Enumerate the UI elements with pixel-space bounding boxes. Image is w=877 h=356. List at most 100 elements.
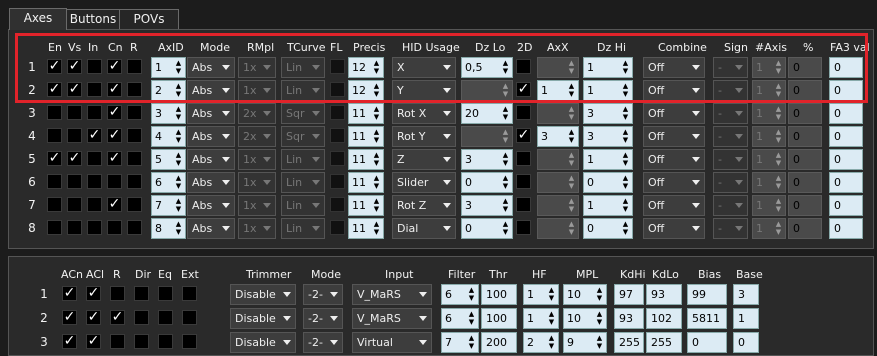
checkbox-cn[interactable]: ✓ — [107, 197, 122, 212]
checkbox-acn[interactable]: ✓ — [62, 334, 77, 349]
spin-arrows-icon[interactable]: ▲ ▼ — [372, 128, 381, 145]
dzhi-spinner[interactable]: 1 ▲ ▼ — [583, 57, 633, 78]
kdlo-field[interactable]: 255 — [646, 332, 682, 353]
axid-spinner[interactable]: 2 ▲ ▼ — [151, 80, 186, 101]
spin-arrows-icon[interactable]: ▲ ▼ — [174, 105, 183, 122]
hid-usage-dropdown[interactable]: Z — [392, 149, 456, 170]
checkbox-2d[interactable]: ✓ — [516, 128, 531, 143]
hf-spinner[interactable]: 2 ▲ ▼ — [523, 332, 559, 353]
precis-spinner[interactable]: 11 ▲ ▼ — [348, 103, 384, 124]
axid-spinner[interactable]: 1 ▲ ▼ — [151, 57, 186, 78]
mode-dropdown[interactable]: Abs — [187, 218, 235, 239]
spin-arrows-icon[interactable]: ▲ ▼ — [501, 197, 510, 214]
fa3-field[interactable]: 0 — [829, 195, 863, 216]
spin-arrows-icon[interactable]: ▲ ▼ — [567, 151, 576, 168]
spin-arrows-icon[interactable]: ▲ ▼ — [174, 174, 183, 191]
tab-axes[interactable]: Axes — [9, 8, 67, 30]
axid-spinner[interactable]: 3 ▲ ▼ — [151, 103, 186, 124]
checkbox-2d[interactable]: ✓ — [516, 82, 531, 97]
axid-spinner[interactable]: 8 ▲ ▼ — [151, 218, 186, 239]
spin-arrows-icon[interactable]: ▲ ▼ — [567, 220, 576, 237]
spin-arrows-icon[interactable]: ▲ ▼ — [621, 197, 630, 214]
checkbox-en[interactable] — [47, 105, 62, 120]
tab-buttons[interactable]: Buttons — [66, 9, 120, 29]
fa3-field[interactable]: 0 — [829, 103, 863, 124]
thr-field[interactable]: 100 — [481, 308, 517, 329]
checkbox-eq[interactable] — [158, 334, 173, 349]
checkbox-en[interactable] — [47, 220, 62, 235]
checkbox-r[interactable] — [127, 174, 142, 189]
dzlo-spinner[interactable]: 0 ▲ ▼ — [461, 172, 513, 193]
precis-spinner[interactable]: 11 ▲ ▼ — [348, 218, 384, 239]
base-field[interactable]: 3 — [733, 284, 759, 305]
checkbox-vs[interactable] — [67, 197, 82, 212]
checkbox-acn[interactable]: ✓ — [62, 310, 77, 325]
mode-dropdown[interactable]: Abs — [187, 195, 235, 216]
checkbox-vs[interactable] — [67, 128, 82, 143]
spin-arrows-icon[interactable]: ▲ ▼ — [501, 174, 510, 191]
spin-arrows-icon[interactable]: ▲ ▼ — [774, 174, 783, 191]
spin-arrows-icon[interactable]: ▲ ▼ — [567, 82, 576, 99]
hid-usage-dropdown[interactable]: Y — [392, 80, 456, 101]
checkbox-2d[interactable] — [516, 59, 531, 74]
kdhi-field[interactable]: 93 — [614, 308, 644, 329]
combine-dropdown[interactable]: Off — [643, 80, 705, 101]
spin-arrows-icon[interactable]: ▲ ▼ — [774, 105, 783, 122]
spin-arrows-icon[interactable]: ▲ ▼ — [621, 151, 630, 168]
precis-spinner[interactable]: 12 ▲ ▼ — [348, 80, 384, 101]
checkbox-in[interactable] — [87, 174, 102, 189]
mpl-spinner[interactable]: 10 ▲ ▼ — [563, 308, 607, 329]
checkbox-in[interactable]: ✓ — [87, 128, 102, 143]
fa3-field[interactable]: 0 — [829, 126, 863, 147]
mode-dropdown[interactable]: Abs — [187, 126, 235, 147]
spin-arrows-icon[interactable]: ▲ ▼ — [567, 105, 576, 122]
precis-spinner[interactable]: 11 ▲ ▼ — [348, 195, 384, 216]
dzhi-spinner[interactable]: 3 ▲ ▼ — [583, 126, 633, 147]
dzlo-spinner[interactable]: 0,5 ▲ ▼ — [461, 57, 513, 78]
checkbox-vs[interactable]: ✓ — [67, 59, 82, 74]
checkbox-en[interactable] — [47, 128, 62, 143]
checkbox-en[interactable] — [47, 197, 62, 212]
checkbox-2d[interactable] — [516, 151, 531, 166]
hid-usage-dropdown[interactable]: Rot Z — [392, 195, 456, 216]
mode-dropdown[interactable]: Abs — [187, 80, 235, 101]
checkbox-cn[interactable]: ✓ — [107, 82, 122, 97]
spin-arrows-icon[interactable]: ▲ ▼ — [372, 105, 381, 122]
checkbox-ext[interactable] — [182, 286, 197, 301]
spin-arrows-icon[interactable]: ▲ ▼ — [547, 286, 556, 303]
checkbox-r[interactable] — [110, 286, 125, 301]
checkbox-cn[interactable]: ✓ — [107, 59, 122, 74]
precis-spinner[interactable]: 12 ▲ ▼ — [348, 57, 384, 78]
spin-arrows-icon[interactable]: ▲ ▼ — [621, 174, 630, 191]
spin-arrows-icon[interactable]: ▲ ▼ — [595, 334, 604, 351]
spin-arrows-icon[interactable]: ▲ ▼ — [621, 220, 630, 237]
spin-arrows-icon[interactable]: ▲ ▼ — [567, 128, 576, 145]
checkbox-acl[interactable]: ✓ — [86, 310, 101, 325]
spin-arrows-icon[interactable]: ▲ ▼ — [774, 197, 783, 214]
mpl-spinner[interactable]: 9 ▲ ▼ — [563, 332, 607, 353]
precis-spinner[interactable]: 11 ▲ ▼ — [348, 126, 384, 147]
checkbox-en[interactable] — [47, 174, 62, 189]
kdlo-field[interactable]: 102 — [646, 308, 682, 329]
checkbox-dir[interactable] — [134, 334, 149, 349]
hid-usage-dropdown[interactable]: X — [392, 57, 456, 78]
checkbox-cn[interactable]: ✓ — [107, 151, 122, 166]
dzhi-spinner[interactable]: 1 ▲ ▼ — [583, 149, 633, 170]
hid-usage-dropdown[interactable]: Slider — [392, 172, 456, 193]
checkbox-in[interactable] — [87, 151, 102, 166]
checkbox-cn[interactable]: ✓ — [107, 128, 122, 143]
checkbox-dir[interactable] — [134, 310, 149, 325]
spin-arrows-icon[interactable]: ▲ ▼ — [174, 220, 183, 237]
checkbox-2d[interactable] — [516, 174, 531, 189]
checkbox-vs[interactable] — [67, 220, 82, 235]
combine-dropdown[interactable]: Off — [643, 126, 705, 147]
checkbox-r[interactable] — [127, 197, 142, 212]
checkbox-en[interactable]: ✓ — [47, 59, 62, 74]
mode-dropdown[interactable]: Abs — [187, 149, 235, 170]
fa3-field[interactable]: 0 — [829, 80, 863, 101]
combine-dropdown[interactable]: Off — [643, 103, 705, 124]
checkbox-en[interactable]: ✓ — [47, 151, 62, 166]
hf-spinner[interactable]: 1 ▲ ▼ — [523, 308, 559, 329]
combine-dropdown[interactable]: Off — [643, 172, 705, 193]
checkbox-acl[interactable]: ✓ — [86, 286, 101, 301]
